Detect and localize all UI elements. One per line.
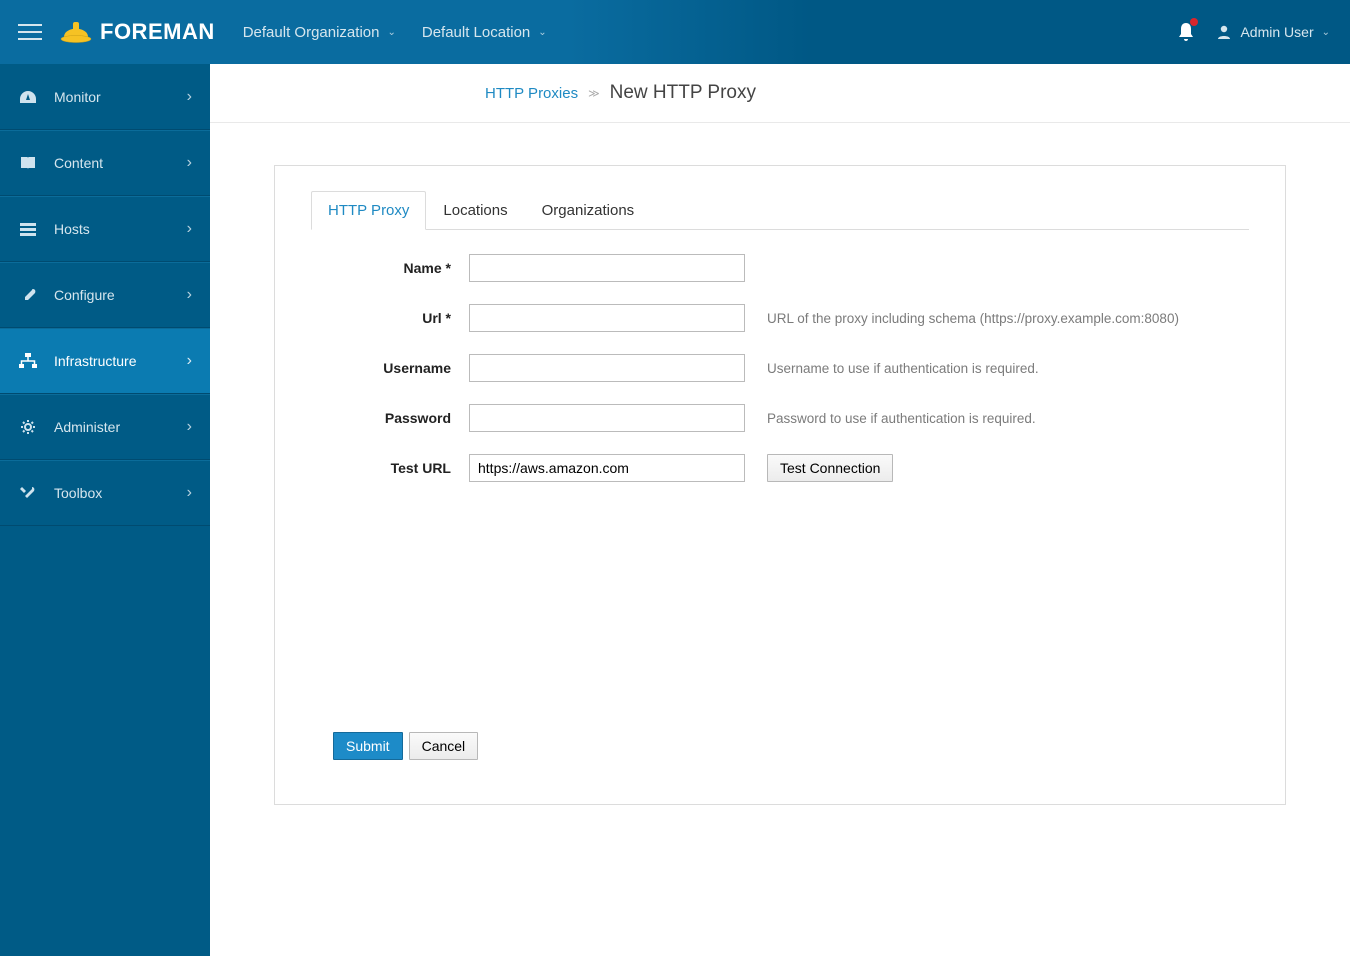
help-username: Username to use if authentication is req… xyxy=(767,361,1039,376)
loc-selector[interactable]: Default Location ⌄ xyxy=(422,24,547,41)
tabs: HTTP Proxy Locations Organizations xyxy=(311,190,1249,230)
notifications-button[interactable] xyxy=(1168,0,1204,64)
chevron-right-icon: › xyxy=(187,286,192,304)
tools-icon xyxy=(18,484,38,502)
menu-toggle[interactable] xyxy=(0,0,60,64)
main-content: HTTP Proxies ≫ New HTTP Proxy HTTP Proxy… xyxy=(210,64,1350,956)
page-title: New HTTP Proxy xyxy=(610,82,756,104)
user-menu[interactable]: Admin User ⌄ xyxy=(1216,24,1330,40)
logo[interactable]: FOREMAN xyxy=(60,19,215,45)
dashboard-icon xyxy=(18,89,38,105)
hardhat-icon xyxy=(60,19,92,45)
sidebar-item-label: Monitor xyxy=(54,89,101,105)
sidebar-item-label: Hosts xyxy=(54,221,90,237)
wrench-icon xyxy=(18,287,38,303)
label-name: Name * xyxy=(311,260,469,276)
password-input[interactable] xyxy=(469,404,745,432)
sidebar-item-administer[interactable]: Administer › xyxy=(0,394,210,460)
brand-text: FOREMAN xyxy=(100,19,215,45)
test-connection-button[interactable]: Test Connection xyxy=(767,454,893,482)
form-card: HTTP Proxy Locations Organizations Name … xyxy=(274,165,1286,805)
help-password: Password to use if authentication is req… xyxy=(767,411,1036,426)
tab-organizations[interactable]: Organizations xyxy=(525,191,652,230)
chevron-right-icon: › xyxy=(187,418,192,436)
chevron-right-icon: › xyxy=(187,88,192,106)
chevron-right-icon: › xyxy=(187,220,192,238)
tab-http-proxy[interactable]: HTTP Proxy xyxy=(311,191,426,230)
sidebar-item-content[interactable]: Content › xyxy=(0,130,210,196)
name-input[interactable] xyxy=(469,254,745,282)
url-input[interactable] xyxy=(469,304,745,332)
help-url: URL of the proxy including schema (https… xyxy=(767,311,1179,326)
breadcrumb: HTTP Proxies ≫ New HTTP Proxy xyxy=(210,64,1350,123)
sidebar-item-label: Infrastructure xyxy=(54,353,136,369)
sidebar-item-label: Content xyxy=(54,155,103,171)
org-label: Default Organization xyxy=(243,24,380,41)
chevron-down-icon: ⌄ xyxy=(387,27,395,38)
sidebar-item-toolbox[interactable]: Toolbox › xyxy=(0,460,210,526)
sidebar-item-monitor[interactable]: Monitor › xyxy=(0,64,210,130)
user-label: Admin User xyxy=(1240,24,1313,40)
sidebar: Monitor › Content › Hosts › xyxy=(0,64,210,956)
label-testurl: Test URL xyxy=(311,460,469,476)
label-url: Url * xyxy=(311,310,469,326)
cancel-button[interactable]: Cancel xyxy=(409,732,479,760)
servers-icon xyxy=(18,221,38,237)
chevron-down-icon: ⌄ xyxy=(538,27,546,38)
network-icon xyxy=(18,352,38,370)
book-icon xyxy=(18,155,38,171)
tab-locations[interactable]: Locations xyxy=(426,191,524,230)
label-username: Username xyxy=(311,360,469,376)
sidebar-item-label: Toolbox xyxy=(54,485,102,501)
sidebar-item-configure[interactable]: Configure › xyxy=(0,262,210,328)
chevron-right-icon: › xyxy=(187,484,192,502)
chevron-down-icon: ⌄ xyxy=(1322,27,1330,38)
org-selector[interactable]: Default Organization ⌄ xyxy=(243,24,396,41)
submit-button[interactable]: Submit xyxy=(333,732,403,760)
user-icon xyxy=(1216,24,1232,40)
sidebar-item-label: Configure xyxy=(54,287,115,303)
topbar: FOREMAN Default Organization ⌄ Default L… xyxy=(0,0,1350,64)
breadcrumb-parent[interactable]: HTTP Proxies xyxy=(485,85,578,102)
loc-label: Default Location xyxy=(422,24,530,41)
label-password: Password xyxy=(311,410,469,426)
sidebar-item-hosts[interactable]: Hosts › xyxy=(0,196,210,262)
gear-icon xyxy=(18,418,38,436)
notification-dot xyxy=(1190,18,1198,26)
testurl-input[interactable] xyxy=(469,454,745,482)
sidebar-item-infrastructure[interactable]: Infrastructure › xyxy=(0,328,210,394)
chevron-right-icon: › xyxy=(187,154,192,172)
breadcrumb-separator: ≫ xyxy=(588,87,600,100)
sidebar-item-label: Administer xyxy=(54,419,120,435)
username-input[interactable] xyxy=(469,354,745,382)
chevron-right-icon: › xyxy=(187,352,192,370)
